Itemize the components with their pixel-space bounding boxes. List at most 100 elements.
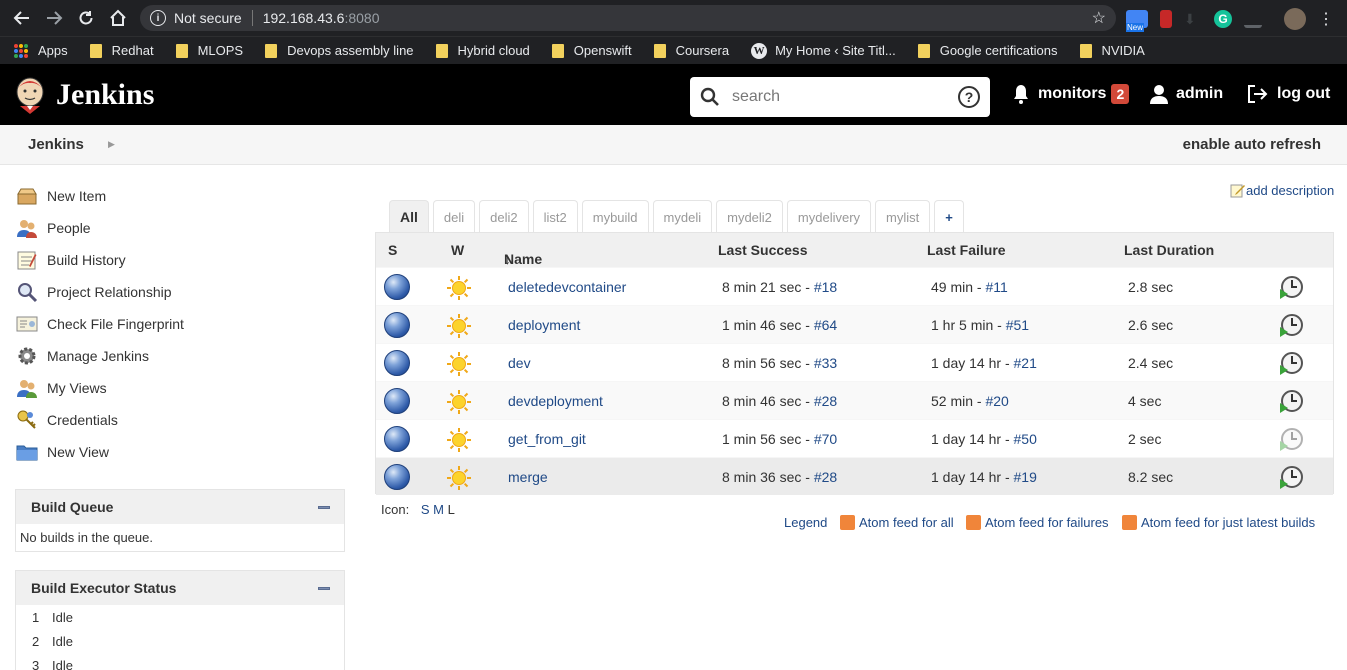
address-bar[interactable]: i Not secure 192.168.43.6:8080 ☆: [140, 5, 1116, 31]
extension-download-icon[interactable]: ⬇: [1184, 10, 1202, 28]
home-button[interactable]: [102, 0, 134, 36]
feed-all-link[interactable]: Atom feed for all: [840, 515, 954, 530]
collapse-icon[interactable]: [318, 505, 330, 509]
icon-size-s[interactable]: S: [421, 502, 430, 517]
bookmark-item[interactable]: Google certifications: [917, 43, 1058, 58]
feed-failures-link[interactable]: Atom feed for failures: [966, 515, 1109, 530]
last-failure-build-link[interactable]: #20: [985, 393, 1008, 409]
executor-title-link[interactable]: Build Executor Status: [31, 580, 176, 596]
last-success-build-link[interactable]: #64: [814, 317, 837, 333]
bookmark-item[interactable]: Openswift: [551, 43, 632, 58]
tab-deli[interactable]: deli: [432, 200, 476, 233]
schedule-build-icon[interactable]: [1279, 350, 1305, 376]
last-failure-build-link[interactable]: #21: [1014, 355, 1037, 371]
reload-button[interactable]: [70, 0, 102, 36]
tab-all[interactable]: All: [389, 200, 429, 233]
last-success-build-link[interactable]: #28: [814, 469, 837, 485]
legend-link[interactable]: Legend: [784, 515, 827, 530]
bookmark-star-icon[interactable]: ☆: [1092, 8, 1106, 28]
weather-sunny-icon[interactable]: [446, 313, 472, 339]
extension-chart-icon[interactable]: [1244, 10, 1262, 28]
job-name-link[interactable]: deployment: [508, 317, 580, 333]
sidebar-task-item[interactable]: Build History: [16, 244, 184, 276]
legend-label[interactable]: Legend: [784, 515, 827, 530]
col-last-success[interactable]: Last Success: [718, 242, 808, 258]
last-failure-build-link[interactable]: #11: [985, 279, 1007, 295]
tab-mylist[interactable]: mylist: [875, 200, 931, 233]
col-status[interactable]: S: [388, 242, 397, 258]
last-success-build-link[interactable]: #70: [814, 431, 837, 447]
add-description-label[interactable]: add description: [1246, 183, 1334, 198]
bookmark-item[interactable]: NVIDIA: [1079, 43, 1145, 58]
bookmark-item[interactable]: Devops assembly line: [265, 43, 414, 58]
weather-sunny-icon[interactable]: [446, 427, 472, 453]
weather-sunny-icon[interactable]: [446, 351, 472, 377]
help-icon[interactable]: ?: [958, 86, 980, 108]
col-last-failure[interactable]: Last Failure: [927, 242, 1006, 258]
status-ball-icon[interactable]: [384, 388, 410, 414]
breadcrumb-chevron-icon[interactable]: ▶: [108, 139, 115, 150]
last-success-build-link[interactable]: #33: [814, 355, 837, 371]
status-ball-icon[interactable]: [384, 464, 410, 490]
feed-latest-label[interactable]: Atom feed for just latest builds: [1141, 515, 1315, 530]
status-ball-icon[interactable]: [384, 426, 410, 452]
last-failure-build-link[interactable]: #50: [1014, 431, 1037, 447]
forward-button[interactable]: [38, 0, 70, 36]
feed-latest-link[interactable]: Atom feed for just latest builds: [1122, 515, 1315, 530]
weather-sunny-icon[interactable]: [446, 275, 472, 301]
sidebar-task-item[interactable]: Project Relationship: [16, 276, 184, 308]
icon-size-m[interactable]: M: [433, 502, 444, 517]
extension-new-icon[interactable]: New: [1126, 10, 1148, 32]
search-input[interactable]: [732, 88, 942, 106]
add-view-tab[interactable]: +: [934, 200, 964, 233]
status-ball-icon[interactable]: [384, 350, 410, 376]
sidebar-task-item[interactable]: Credentials: [16, 404, 184, 436]
job-name-link[interactable]: merge: [508, 469, 548, 485]
collapse-icon[interactable]: [318, 586, 330, 590]
bookmark-item[interactable]: W My Home ‹ Site Titl...: [751, 42, 896, 59]
profile-avatar[interactable]: [1284, 8, 1306, 30]
weather-sunny-icon[interactable]: [446, 465, 472, 491]
job-name-link[interactable]: dev: [508, 355, 531, 371]
bookmark-item[interactable]: Redhat: [89, 43, 154, 58]
schedule-build-icon[interactable]: [1279, 312, 1305, 338]
tab-mydeli2[interactable]: mydeli2: [716, 200, 783, 233]
tab-mydelivery[interactable]: mydelivery: [786, 200, 872, 233]
breadcrumb-jenkins[interactable]: Jenkins: [28, 136, 84, 153]
last-success-build-link[interactable]: #18: [814, 279, 837, 295]
tab-mydeli[interactable]: mydeli: [652, 200, 713, 233]
job-name-link[interactable]: deletedevcontainer: [508, 279, 626, 295]
bookmark-item[interactable]: Coursera: [653, 43, 729, 58]
status-ball-icon[interactable]: [384, 274, 410, 300]
schedule-build-icon[interactable]: [1279, 274, 1305, 300]
extension-bookmark-icon[interactable]: [1160, 10, 1172, 28]
sidebar-task-item[interactable]: Manage Jenkins: [16, 340, 184, 372]
col-last-duration[interactable]: Last Duration: [1124, 242, 1214, 258]
last-success-build-link[interactable]: #28: [814, 393, 837, 409]
feed-failures-label[interactable]: Atom feed for failures: [985, 515, 1109, 530]
last-failure-build-link[interactable]: #19: [1014, 469, 1037, 485]
menu-icon[interactable]: ⋮: [1318, 9, 1334, 29]
sidebar-task-item[interactable]: Check File Fingerprint: [16, 308, 184, 340]
bookmark-item[interactable]: Apps: [14, 43, 68, 58]
feed-all-label[interactable]: Atom feed for all: [859, 515, 954, 530]
jenkins-logo[interactable]: Jenkins: [14, 76, 154, 114]
job-name-link[interactable]: get_from_git: [508, 431, 586, 447]
sidebar-task-item[interactable]: My Views: [16, 372, 184, 404]
status-ball-icon[interactable]: [384, 312, 410, 338]
bookmark-item[interactable]: Hybrid cloud: [435, 43, 530, 58]
tab-list2[interactable]: list2: [532, 200, 578, 233]
last-failure-build-link[interactable]: #51: [1006, 317, 1029, 333]
grammarly-icon[interactable]: G: [1214, 10, 1232, 28]
tab-deli2[interactable]: deli2: [479, 200, 529, 233]
logout-link[interactable]: log out: [1247, 84, 1330, 104]
schedule-build-icon[interactable]: [1279, 388, 1305, 414]
auto-refresh-link[interactable]: enable auto refresh: [1183, 136, 1321, 153]
job-name-link[interactable]: devdeployment: [508, 393, 603, 409]
sidebar-task-item[interactable]: New Item: [16, 180, 184, 212]
sidebar-task-item[interactable]: New View: [16, 436, 184, 468]
schedule-build-icon[interactable]: [1279, 426, 1305, 452]
user-link[interactable]: admin: [1150, 84, 1223, 104]
back-button[interactable]: [6, 0, 38, 36]
tab-mybuild[interactable]: mybuild: [581, 200, 649, 233]
